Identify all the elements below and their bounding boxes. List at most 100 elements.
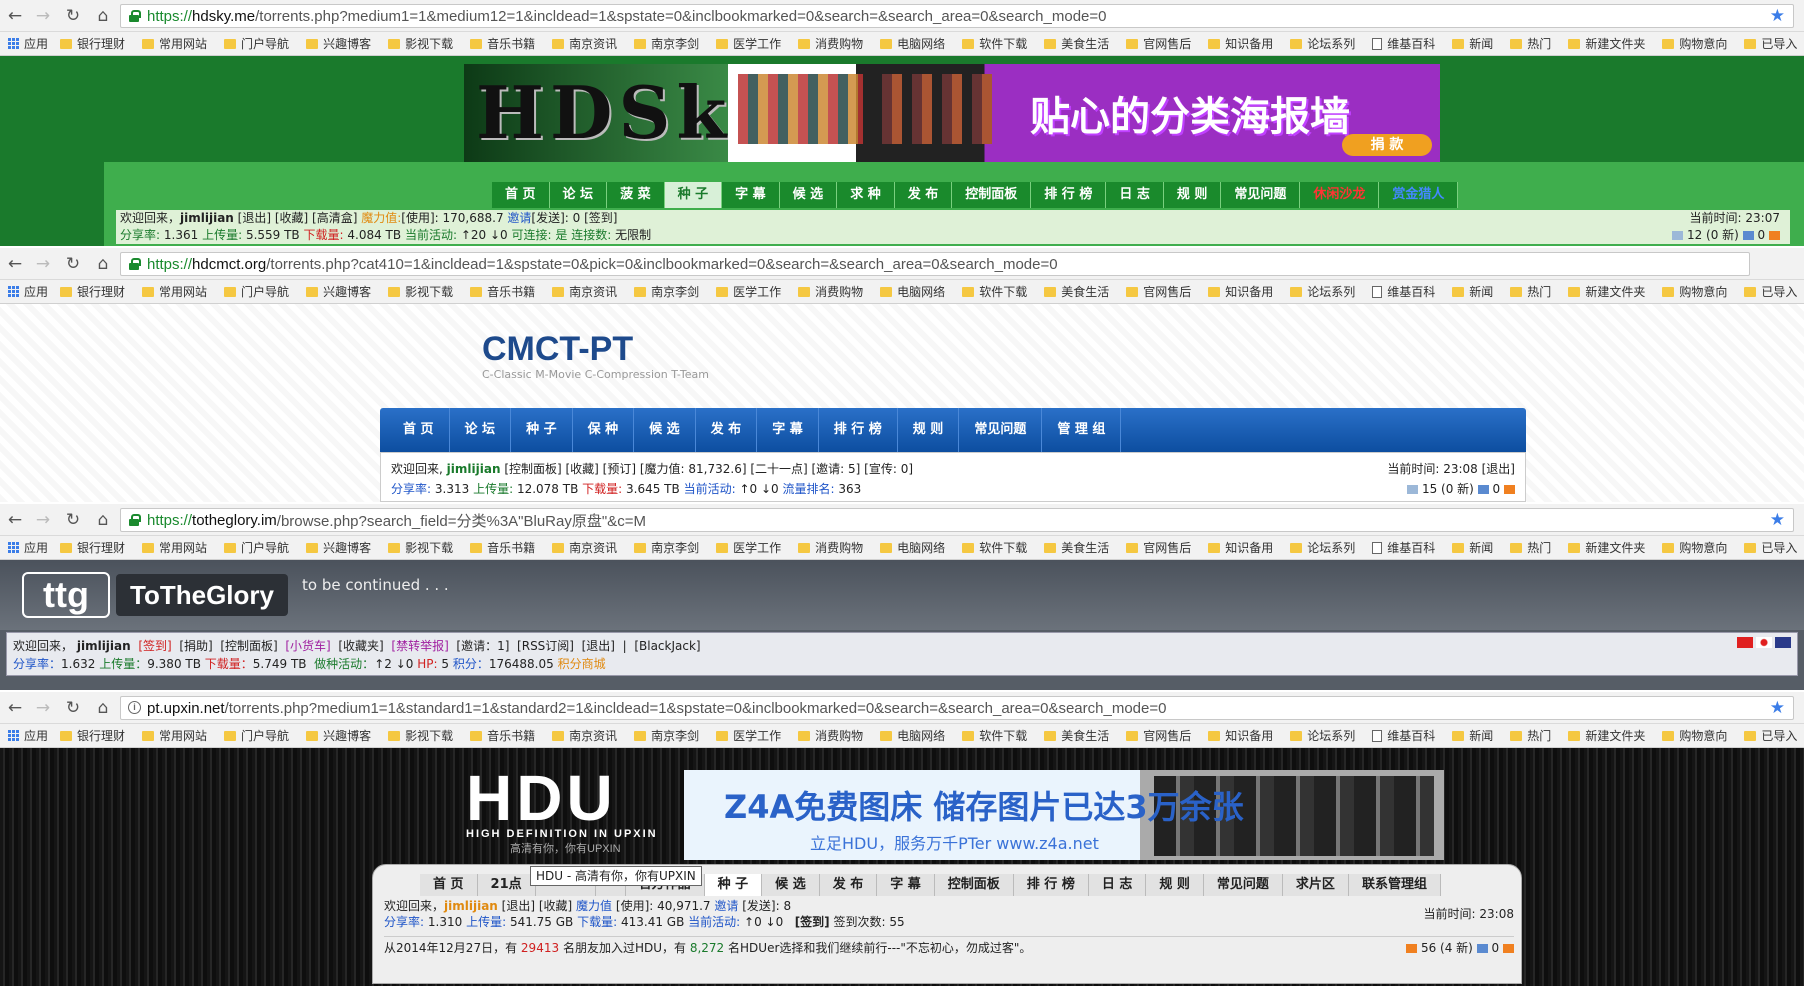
signin-link[interactable]: [签到] bbox=[584, 211, 617, 225]
menu-bounty[interactable]: 赏金猎人 bbox=[1379, 182, 1459, 208]
user-links[interactable]: [退出] [收藏] bbox=[502, 899, 573, 913]
username-link[interactable]: jimlijian bbox=[77, 639, 131, 653]
bookmark-item[interactable]: 热门 bbox=[1510, 727, 1551, 744]
bookmark-item[interactable]: 官网售后 bbox=[1126, 539, 1191, 556]
apps-shortcut[interactable]: 应用 bbox=[8, 35, 48, 52]
menu-usercp[interactable]: 控制面板 bbox=[934, 874, 1014, 896]
menu-offers[interactable]: 候 选 bbox=[779, 182, 838, 208]
bookmark-item[interactable]: 新闻 bbox=[1452, 539, 1493, 556]
bookmark-item[interactable]: 新建文件夹 bbox=[1568, 539, 1645, 556]
menu-faq[interactable]: 常见问题 bbox=[1221, 182, 1301, 208]
bookmark-item[interactable]: 热门 bbox=[1510, 539, 1551, 556]
bookmark-item[interactable]: 消费购物 bbox=[798, 727, 863, 744]
menu-torrents[interactable]: 种 子 bbox=[511, 408, 573, 452]
menu-home[interactable]: 首 页 bbox=[420, 874, 478, 896]
bookmark-item[interactable]: 知识备用 bbox=[1208, 539, 1273, 556]
message-count[interactable]: 12 (0 新) bbox=[1687, 228, 1739, 242]
active-value[interactable]: ↑0 ↓0 bbox=[744, 915, 783, 929]
donate-button[interactable]: 捐 款 bbox=[1342, 134, 1432, 156]
back-icon[interactable]: ← bbox=[4, 254, 26, 274]
bookmark-item[interactable]: 购物意向 bbox=[1662, 727, 1727, 744]
menu-contact-staff[interactable]: 联系管理组 bbox=[1348, 874, 1441, 896]
bookmark-item[interactable]: 门户导航 bbox=[224, 283, 289, 300]
menu-home[interactable]: 首 页 bbox=[492, 182, 550, 208]
magic-label[interactable]: 魔力值 bbox=[576, 899, 612, 913]
bookmark-item[interactable]: 常用网站 bbox=[142, 727, 207, 744]
bookmark-item[interactable]: 影视下载 bbox=[388, 727, 453, 744]
bookmark-item[interactable]: 南京李剑 bbox=[634, 539, 699, 556]
forward-icon[interactable]: → bbox=[32, 254, 54, 274]
z4a-ad-banner[interactable]: Z4A免费图床 储存图片已达3万余张 立足HDU，服务万千PTer www.z4… bbox=[684, 770, 1444, 860]
url-input[interactable]: i pt.upxin.net/torrents.php?medium1=1&st… bbox=[120, 696, 1794, 720]
shop-link[interactable]: [小货车] bbox=[285, 639, 330, 653]
menu-blackjack[interactable]: 21点 bbox=[477, 874, 536, 896]
bookmark-item[interactable]: 医学工作 bbox=[716, 35, 781, 52]
reload-icon[interactable]: ↻ bbox=[62, 698, 84, 718]
site-title[interactable]: CMCT-PT bbox=[482, 330, 633, 369]
bookmark-item[interactable]: 官网售后 bbox=[1126, 35, 1191, 52]
user-links[interactable]: [控制面板] [收藏] [预订] [魔力值: 81,732.6] [二十一点] … bbox=[504, 462, 913, 476]
bookmark-item[interactable]: 新建文件夹 bbox=[1568, 283, 1645, 300]
menu-rules[interactable]: 规 则 bbox=[1163, 182, 1222, 208]
bookmark-item[interactable]: 银行理财 bbox=[60, 35, 125, 52]
reload-icon[interactable]: ↻ bbox=[62, 254, 84, 274]
donate-link[interactable]: [捐助] bbox=[179, 639, 212, 653]
mail-icon[interactable] bbox=[1407, 485, 1419, 494]
home-icon[interactable]: ⌂ bbox=[92, 254, 114, 274]
bookmark-item[interactable]: 论坛系列 bbox=[1290, 283, 1355, 300]
flag-uk-icon[interactable] bbox=[1775, 637, 1791, 648]
bookmark-item[interactable]: 软件下载 bbox=[962, 727, 1027, 744]
magic-value[interactable]: [使用]: 40,971.7 bbox=[616, 899, 711, 913]
favorites-link[interactable]: [收藏夹] bbox=[338, 639, 383, 653]
bookmark-item[interactable]: 常用网站 bbox=[142, 35, 207, 52]
menu-home[interactable]: 首 页 bbox=[388, 408, 450, 452]
bookmark-item[interactable]: 消费购物 bbox=[798, 539, 863, 556]
score-mall-link[interactable]: 积分商城 bbox=[558, 657, 606, 671]
signin-link[interactable]: [签到] bbox=[138, 639, 171, 653]
logout-link[interactable]: [退出] bbox=[582, 639, 615, 653]
flag-cn-icon[interactable] bbox=[1737, 637, 1753, 648]
bookmark-item[interactable]: 门户导航 bbox=[224, 35, 289, 52]
bookmark-item[interactable]: 影视下载 bbox=[388, 283, 453, 300]
invite-label[interactable]: 邀请 bbox=[507, 211, 531, 225]
bookmark-item[interactable]: 南京资讯 bbox=[552, 283, 617, 300]
url-input[interactable]: https://hdsky.me/torrents.php?medium1=1&… bbox=[120, 4, 1794, 28]
bookmark-item[interactable]: 兴趣博客 bbox=[306, 35, 371, 52]
menu-topten[interactable]: 排 行 榜 bbox=[1013, 874, 1089, 896]
report-link[interactable]: [禁转举报] bbox=[391, 639, 448, 653]
url-input[interactable]: https://hdcmct.org/torrents.php?cat410=1… bbox=[120, 252, 1750, 276]
bookmark-item[interactable]: 新建文件夹 bbox=[1568, 727, 1645, 744]
bookmark-item[interactable]: 银行理财 bbox=[60, 539, 125, 556]
bookmark-item[interactable]: 维基百科 bbox=[1372, 539, 1435, 556]
apps-shortcut[interactable]: 应用 bbox=[8, 727, 48, 744]
hdsky-logo[interactable]: HDSky bbox=[464, 64, 774, 162]
bookmark-item[interactable]: 已导入 bbox=[1744, 539, 1797, 556]
menu-subtitles[interactable]: 字 幕 bbox=[877, 874, 935, 896]
reload-icon[interactable]: ↻ bbox=[62, 510, 84, 530]
bookmark-item[interactable]: 兴趣博客 bbox=[306, 539, 371, 556]
menu-faq[interactable]: 常见问题 bbox=[959, 408, 1043, 452]
forward-icon[interactable]: → bbox=[32, 510, 54, 530]
bookmark-item[interactable]: 已导入 bbox=[1744, 727, 1797, 744]
message-count[interactable]: 56 (4 新) bbox=[1421, 941, 1473, 955]
active-value[interactable]: ↑0 ↓0 bbox=[739, 482, 778, 496]
bookmark-item[interactable]: 软件下载 bbox=[962, 35, 1027, 52]
bookmark-item[interactable]: 维基百科 bbox=[1372, 727, 1435, 744]
menu-torrents[interactable]: 种 子 bbox=[664, 182, 723, 208]
bookmark-item[interactable]: 美食生活 bbox=[1044, 35, 1109, 52]
bookmark-item[interactable]: 影视下载 bbox=[388, 539, 453, 556]
reload-icon[interactable]: ↻ bbox=[62, 6, 84, 26]
bookmark-item[interactable]: 购物意向 bbox=[1662, 283, 1727, 300]
bookmark-item[interactable]: 新闻 bbox=[1452, 283, 1493, 300]
menu-salon[interactable]: 休闲沙龙 bbox=[1300, 182, 1380, 208]
bookmark-item[interactable]: 美食生活 bbox=[1044, 283, 1109, 300]
bookmark-item[interactable]: 论坛系列 bbox=[1290, 35, 1355, 52]
invite-label[interactable]: 邀请 bbox=[714, 899, 738, 913]
ttg-site-name[interactable]: ToTheGlory bbox=[116, 574, 288, 616]
bookmark-item[interactable]: 美食生活 bbox=[1044, 727, 1109, 744]
bookmark-item[interactable]: 医学工作 bbox=[716, 727, 781, 744]
bookmark-item[interactable]: 知识备用 bbox=[1208, 727, 1273, 744]
bookmark-item[interactable]: 论坛系列 bbox=[1290, 539, 1355, 556]
rss-icon[interactable] bbox=[1476, 944, 1488, 953]
back-icon[interactable]: ← bbox=[4, 698, 26, 718]
